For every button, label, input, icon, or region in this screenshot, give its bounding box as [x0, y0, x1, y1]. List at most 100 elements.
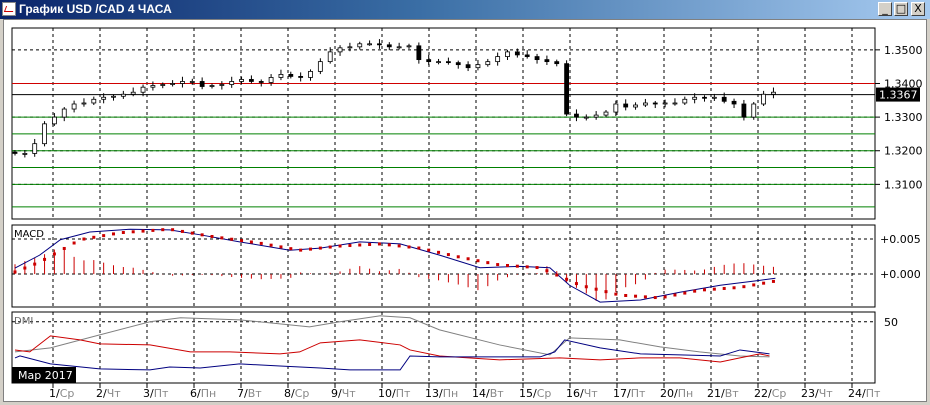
date-weekday: Ср [60, 387, 75, 400]
macd-signal-dot [437, 250, 441, 254]
macd-signal-dot [338, 244, 342, 248]
macd-signal-dot [309, 247, 312, 251]
date-day: 20/ [660, 387, 678, 400]
macd-signal-dot [200, 233, 204, 237]
candle-up [643, 102, 648, 106]
candle-up [711, 96, 717, 99]
macd-signal-dot [604, 290, 608, 294]
candle-down [12, 151, 18, 154]
candle-down [721, 96, 727, 102]
candle-up [583, 116, 589, 119]
macd-signal-dot [318, 246, 322, 250]
macd-signal-dot [299, 248, 303, 252]
dmi-label: DMI [14, 316, 33, 327]
macd-axis-label: +0.005 [880, 233, 921, 246]
macd-signal-dot [683, 291, 687, 295]
candle-up [278, 74, 284, 78]
macd-signal-dot [496, 263, 500, 267]
macd-signal-dot [634, 294, 638, 298]
macd-signal-dot [515, 264, 519, 268]
macd-signal-dot [446, 253, 450, 257]
candle-up [593, 114, 599, 118]
candle-up [170, 83, 176, 85]
price-axis-label: 1.3500 [884, 44, 923, 57]
macd-signal-dot [397, 244, 401, 248]
date-label: 16/Чт [566, 387, 598, 400]
date-weekday: Пт [154, 387, 169, 400]
candle-up [337, 47, 343, 53]
macd-signal-dot [466, 257, 470, 261]
macd-signal-dot [279, 245, 283, 249]
candle-up [42, 123, 47, 145]
date-weekday: Пн [678, 387, 693, 400]
date-day: 1/ [49, 387, 60, 400]
candle-up [239, 79, 244, 82]
candle-up [406, 45, 412, 48]
candle-up [150, 85, 156, 88]
date-day: 9/ [331, 387, 342, 400]
macd-label: MACD [14, 229, 44, 240]
macd-signal-dot [732, 286, 736, 290]
date-label: 14/Вт [472, 387, 504, 400]
date-weekday: Пн [443, 387, 458, 400]
date-weekday: Пт [631, 387, 646, 400]
candle-up [219, 84, 225, 86]
candle-up [327, 51, 333, 63]
macd-signal-dot [102, 234, 106, 238]
candle-up [32, 143, 38, 154]
candle-up [91, 98, 97, 104]
candle-up [120, 93, 126, 97]
macd-signal-dot [771, 279, 775, 283]
date-weekday: Чт [107, 387, 122, 400]
candle-up [140, 86, 146, 93]
macd-signal-dot [259, 241, 263, 245]
macd-signal-dot [643, 295, 647, 299]
macd-signal-dot [141, 229, 145, 233]
macd-signal-dot [653, 296, 657, 300]
macd-signal-dot [565, 277, 569, 281]
date-label: 23/Чт [801, 387, 833, 400]
candle-up [268, 77, 274, 83]
candle-up [761, 93, 766, 105]
macd-signal-dot [427, 248, 431, 252]
candle-up [111, 95, 116, 98]
candle-down [298, 76, 304, 78]
candle-up [347, 46, 353, 49]
date-day: 8/ [284, 387, 295, 400]
candle-down [416, 45, 422, 61]
macd-signal-dot [456, 255, 460, 259]
candle-up [71, 103, 77, 110]
date-label: 20/Пн [660, 387, 693, 400]
date-weekday: Ср [537, 387, 552, 400]
macd-signal-dot [269, 243, 273, 247]
date-label: 8/Ср [284, 387, 309, 400]
month-label: Мар 2017 [18, 369, 73, 382]
candle-down [702, 96, 707, 99]
macd-signal-dot [210, 234, 214, 238]
date-weekday: Ср [295, 387, 310, 400]
macd-signal-dot [535, 266, 539, 270]
macd-signal-dot [594, 287, 598, 291]
macd-signal-dot [387, 243, 391, 247]
candle-up [485, 61, 491, 66]
date-weekday: Чт [342, 387, 357, 400]
date-day: 13/ [425, 387, 443, 400]
date-weekday: Чт [584, 387, 599, 400]
candle-up [52, 116, 57, 125]
candle-up [633, 104, 638, 108]
dmi-axis-label: 50 [884, 316, 898, 329]
macd-panel [11, 224, 876, 308]
macd-line [14, 228, 776, 303]
candle-up [308, 70, 313, 78]
candle-up [771, 91, 776, 95]
chart-canvas[interactable]: 1/Ср 2/Чт 3/Пт 6/Пн 7/Вт 8/Ср 9/Чт 10/Пт 13/Пн 14… [0, 0, 930, 405]
candle-down [564, 63, 569, 115]
candle-down [377, 43, 382, 46]
macd-signal-dot [624, 293, 628, 297]
candle-up [505, 51, 510, 57]
candle-up [367, 43, 373, 46]
date-day: 22/ [754, 387, 772, 400]
macd-signal-dot [289, 247, 293, 251]
macd-signal-dot [752, 283, 756, 287]
date-label: 1/Ср [49, 387, 74, 400]
